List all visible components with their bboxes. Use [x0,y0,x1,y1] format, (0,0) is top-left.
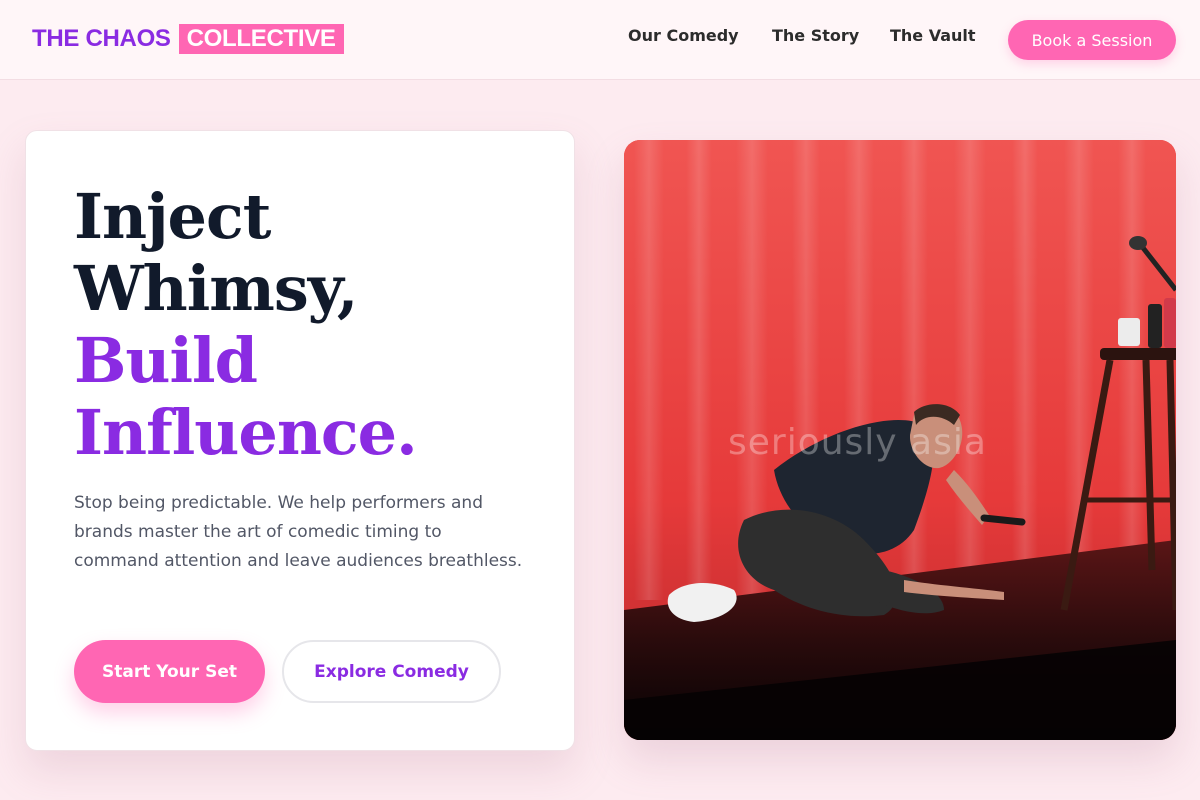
nav-link-the-story[interactable]: The Story [772,26,859,45]
brand-name: THE CHAOS [32,25,171,52]
brand-tag: COLLECTIVE [178,24,344,54]
hero-card: Inject Whimsy, Build Influence. Stop bei… [25,130,575,751]
comedian-on-stage-photo: seriously asia [624,140,1176,740]
start-your-set-button[interactable]: Start Your Set [74,640,265,703]
explore-comedy-button[interactable]: Explore Comedy [282,640,501,703]
headline-line-1: Inject [74,180,271,253]
photo-watermark: seriously asia [728,422,987,463]
hero-subcopy: Stop being predictable. We help performe… [74,493,523,571]
headline-line-2: Whimsy, [74,252,358,325]
book-session-button[interactable]: Book a Session [1008,20,1176,60]
nav-link-our-comedy[interactable]: Our Comedy [628,26,739,45]
top-navbar: THE CHAOS COLLECTIVE Our Comedy The Stor… [0,0,1200,80]
brand-logo[interactable]: THE CHAOS COLLECTIVE [32,24,344,54]
headline-line-3: Build [74,324,258,397]
nav-link-the-vault[interactable]: The Vault [890,26,976,45]
hero-headline: Inject Whimsy, Build Influence. [74,180,418,469]
headline-line-4: Influence. [74,396,418,469]
